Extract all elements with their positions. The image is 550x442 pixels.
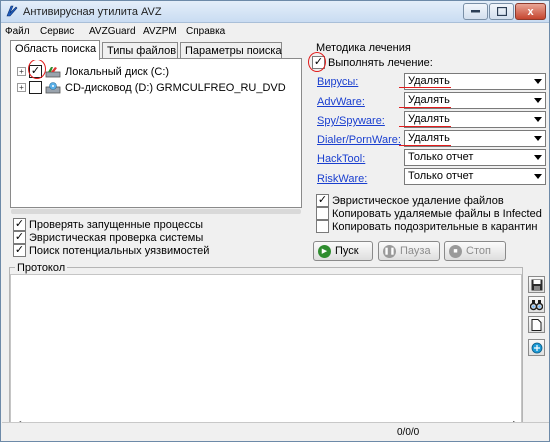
status-counter: 0/0/0 bbox=[397, 427, 420, 438]
option-heuristic-system[interactable]: ✓ Эвристическая проверка системы bbox=[13, 231, 203, 244]
protocol-label: Протокол bbox=[15, 262, 68, 274]
copy-infected-checkbox[interactable] bbox=[316, 207, 329, 220]
option-heuristic-delete[interactable]: ✓ Эвристическое удаление файлов bbox=[316, 194, 504, 207]
chevron-down-icon bbox=[534, 174, 542, 179]
annotation-underline bbox=[399, 145, 451, 146]
protocol-log[interactable]: ◀ ▶ bbox=[10, 274, 522, 432]
option-vulnerabilities[interactable]: ✓ Поиск потенциальных уязвимостей bbox=[13, 244, 209, 257]
check-processes-checkbox[interactable]: ✓ bbox=[13, 218, 26, 231]
annotation-circle bbox=[308, 52, 326, 72]
option-label: Выполнять лечение: bbox=[328, 56, 433, 69]
chevron-down-icon bbox=[534, 98, 542, 103]
option-label: Поиск потенциальных уязвимостей bbox=[29, 244, 210, 257]
save-icon bbox=[531, 279, 542, 290]
select-hacktool[interactable]: Только отчет bbox=[404, 149, 546, 166]
select-value: Только отчет bbox=[408, 151, 474, 163]
status-bar: 0/0/0 bbox=[2, 422, 549, 441]
tab-search-area[interactable]: Область поиска bbox=[10, 40, 100, 60]
network-icon bbox=[531, 342, 542, 353]
option-check-processes[interactable]: ✓ Проверять запущенные процессы bbox=[13, 218, 203, 231]
heuristic-system-checkbox[interactable]: ✓ bbox=[13, 231, 26, 244]
option-label: Копировать подозрительные в карантин bbox=[332, 220, 538, 233]
save-log-button[interactable] bbox=[528, 276, 545, 293]
option-label: Проверять запущенные процессы bbox=[29, 218, 204, 231]
menu-bar: Файл Сервис AVZGuard AVZPM Справка bbox=[1, 24, 549, 40]
menu-avzpm[interactable]: AVZPM bbox=[143, 26, 177, 37]
close-icon: x bbox=[527, 5, 534, 18]
title-bar: Антивирусная утилита AVZ x bbox=[1, 1, 549, 23]
option-label: Эвристическая проверка системы bbox=[29, 231, 204, 244]
select-riskware[interactable]: Только отчет bbox=[404, 168, 546, 185]
chevron-down-icon bbox=[534, 117, 542, 122]
blank-page-icon bbox=[531, 318, 542, 331]
annotation-circle bbox=[28, 59, 46, 79]
link-hacktool[interactable]: HackTool: bbox=[317, 153, 365, 165]
menu-avzguard[interactable]: AVZGuard bbox=[89, 26, 136, 37]
stop-button-label: Стоп bbox=[466, 245, 491, 257]
start-button[interactable]: ▶ Пуск bbox=[313, 241, 373, 261]
tab-file-types[interactable]: Типы файлов bbox=[102, 42, 178, 59]
heuristic-delete-checkbox[interactable]: ✓ bbox=[316, 194, 329, 207]
menu-service[interactable]: Сервис bbox=[40, 26, 74, 37]
pause-icon: ❚❚ bbox=[383, 244, 396, 258]
tree-label-drive-c: Локальный диск (C:) bbox=[65, 65, 170, 78]
option-label: Копировать удаляемые файлы в Infected bbox=[332, 207, 542, 220]
tree-label-drive-d: CD-дисковод (D:) GRMCULFREO_RU_DVD bbox=[65, 81, 286, 94]
chevron-down-icon bbox=[534, 136, 542, 141]
menu-file[interactable]: Файл bbox=[5, 26, 30, 37]
clear-log-button[interactable] bbox=[528, 316, 545, 333]
link-riskware[interactable]: RiskWare: bbox=[317, 173, 367, 185]
select-value: Удалять bbox=[408, 94, 450, 106]
select-value: Удалять bbox=[408, 132, 450, 144]
select-value: Только отчет bbox=[408, 170, 474, 182]
window-title: Антивирусная утилита AVZ bbox=[23, 6, 162, 18]
pause-button-label: Пауза bbox=[400, 245, 431, 257]
option-copy-quarantine[interactable]: Копировать подозрительные в карантин bbox=[316, 220, 537, 233]
chevron-down-icon bbox=[534, 155, 542, 160]
close-button[interactable]: x bbox=[515, 3, 546, 20]
tree-horizontal-scrollbar[interactable] bbox=[11, 209, 301, 214]
link-dialer[interactable]: Dialer/PornWare: bbox=[317, 134, 401, 146]
drive-tree: + ✓ Локальный диск (C:) + CD-дисковод (D… bbox=[10, 58, 302, 208]
maximize-icon bbox=[496, 7, 507, 16]
link-viruses[interactable]: Вирусы: bbox=[317, 76, 358, 88]
menu-help[interactable]: Справка bbox=[186, 26, 225, 37]
link-adware[interactable]: AdvWare: bbox=[317, 96, 365, 108]
option-label: Эвристическое удаление файлов bbox=[332, 194, 504, 207]
tab-search-params[interactable]: Параметры поиска bbox=[180, 42, 282, 59]
treatment-group-title: Методика лечения bbox=[316, 42, 411, 54]
drive-d-checkbox[interactable] bbox=[29, 81, 42, 94]
stop-button[interactable]: ■ Стоп bbox=[444, 241, 506, 261]
hard-drive-icon bbox=[45, 66, 61, 77]
expand-icon[interactable]: + bbox=[17, 67, 26, 76]
option-copy-infected[interactable]: Копировать удаляемые файлы в Infected bbox=[316, 207, 542, 220]
minimize-icon bbox=[471, 10, 480, 13]
maximize-button[interactable] bbox=[489, 3, 514, 20]
avz-app-icon bbox=[6, 5, 18, 17]
annotation-underline bbox=[399, 126, 451, 127]
avz-main-window: Антивирусная утилита AVZ x Файл Сервис A… bbox=[0, 0, 550, 442]
vulnerabilities-checkbox[interactable]: ✓ bbox=[13, 244, 26, 257]
stop-icon: ■ bbox=[449, 244, 462, 258]
copy-quarantine-checkbox[interactable] bbox=[316, 220, 329, 233]
network-log-button[interactable] bbox=[528, 339, 545, 356]
select-value: Удалять bbox=[408, 75, 450, 87]
play-icon: ▶ bbox=[318, 244, 331, 258]
option-perform-treatment[interactable]: ✓ Выполнять лечение: bbox=[312, 56, 433, 69]
chevron-down-icon bbox=[534, 79, 542, 84]
cd-drive-icon bbox=[45, 81, 61, 93]
start-button-label: Пуск bbox=[335, 245, 359, 257]
find-in-log-button[interactable] bbox=[528, 296, 545, 313]
binoculars-icon bbox=[530, 299, 543, 310]
link-spyware[interactable]: Spy/Spyware: bbox=[317, 115, 385, 127]
annotation-underline bbox=[399, 107, 451, 108]
tree-item-drive-d[interactable]: + CD-дисковод (D:) GRMCULFREO_RU_DVD bbox=[17, 80, 286, 95]
pause-button[interactable]: ❚❚ Пауза bbox=[378, 241, 440, 261]
annotation-underline bbox=[399, 87, 451, 88]
select-value: Удалять bbox=[408, 113, 450, 125]
minimize-button[interactable] bbox=[463, 3, 488, 20]
expand-icon[interactable]: + bbox=[17, 83, 26, 92]
